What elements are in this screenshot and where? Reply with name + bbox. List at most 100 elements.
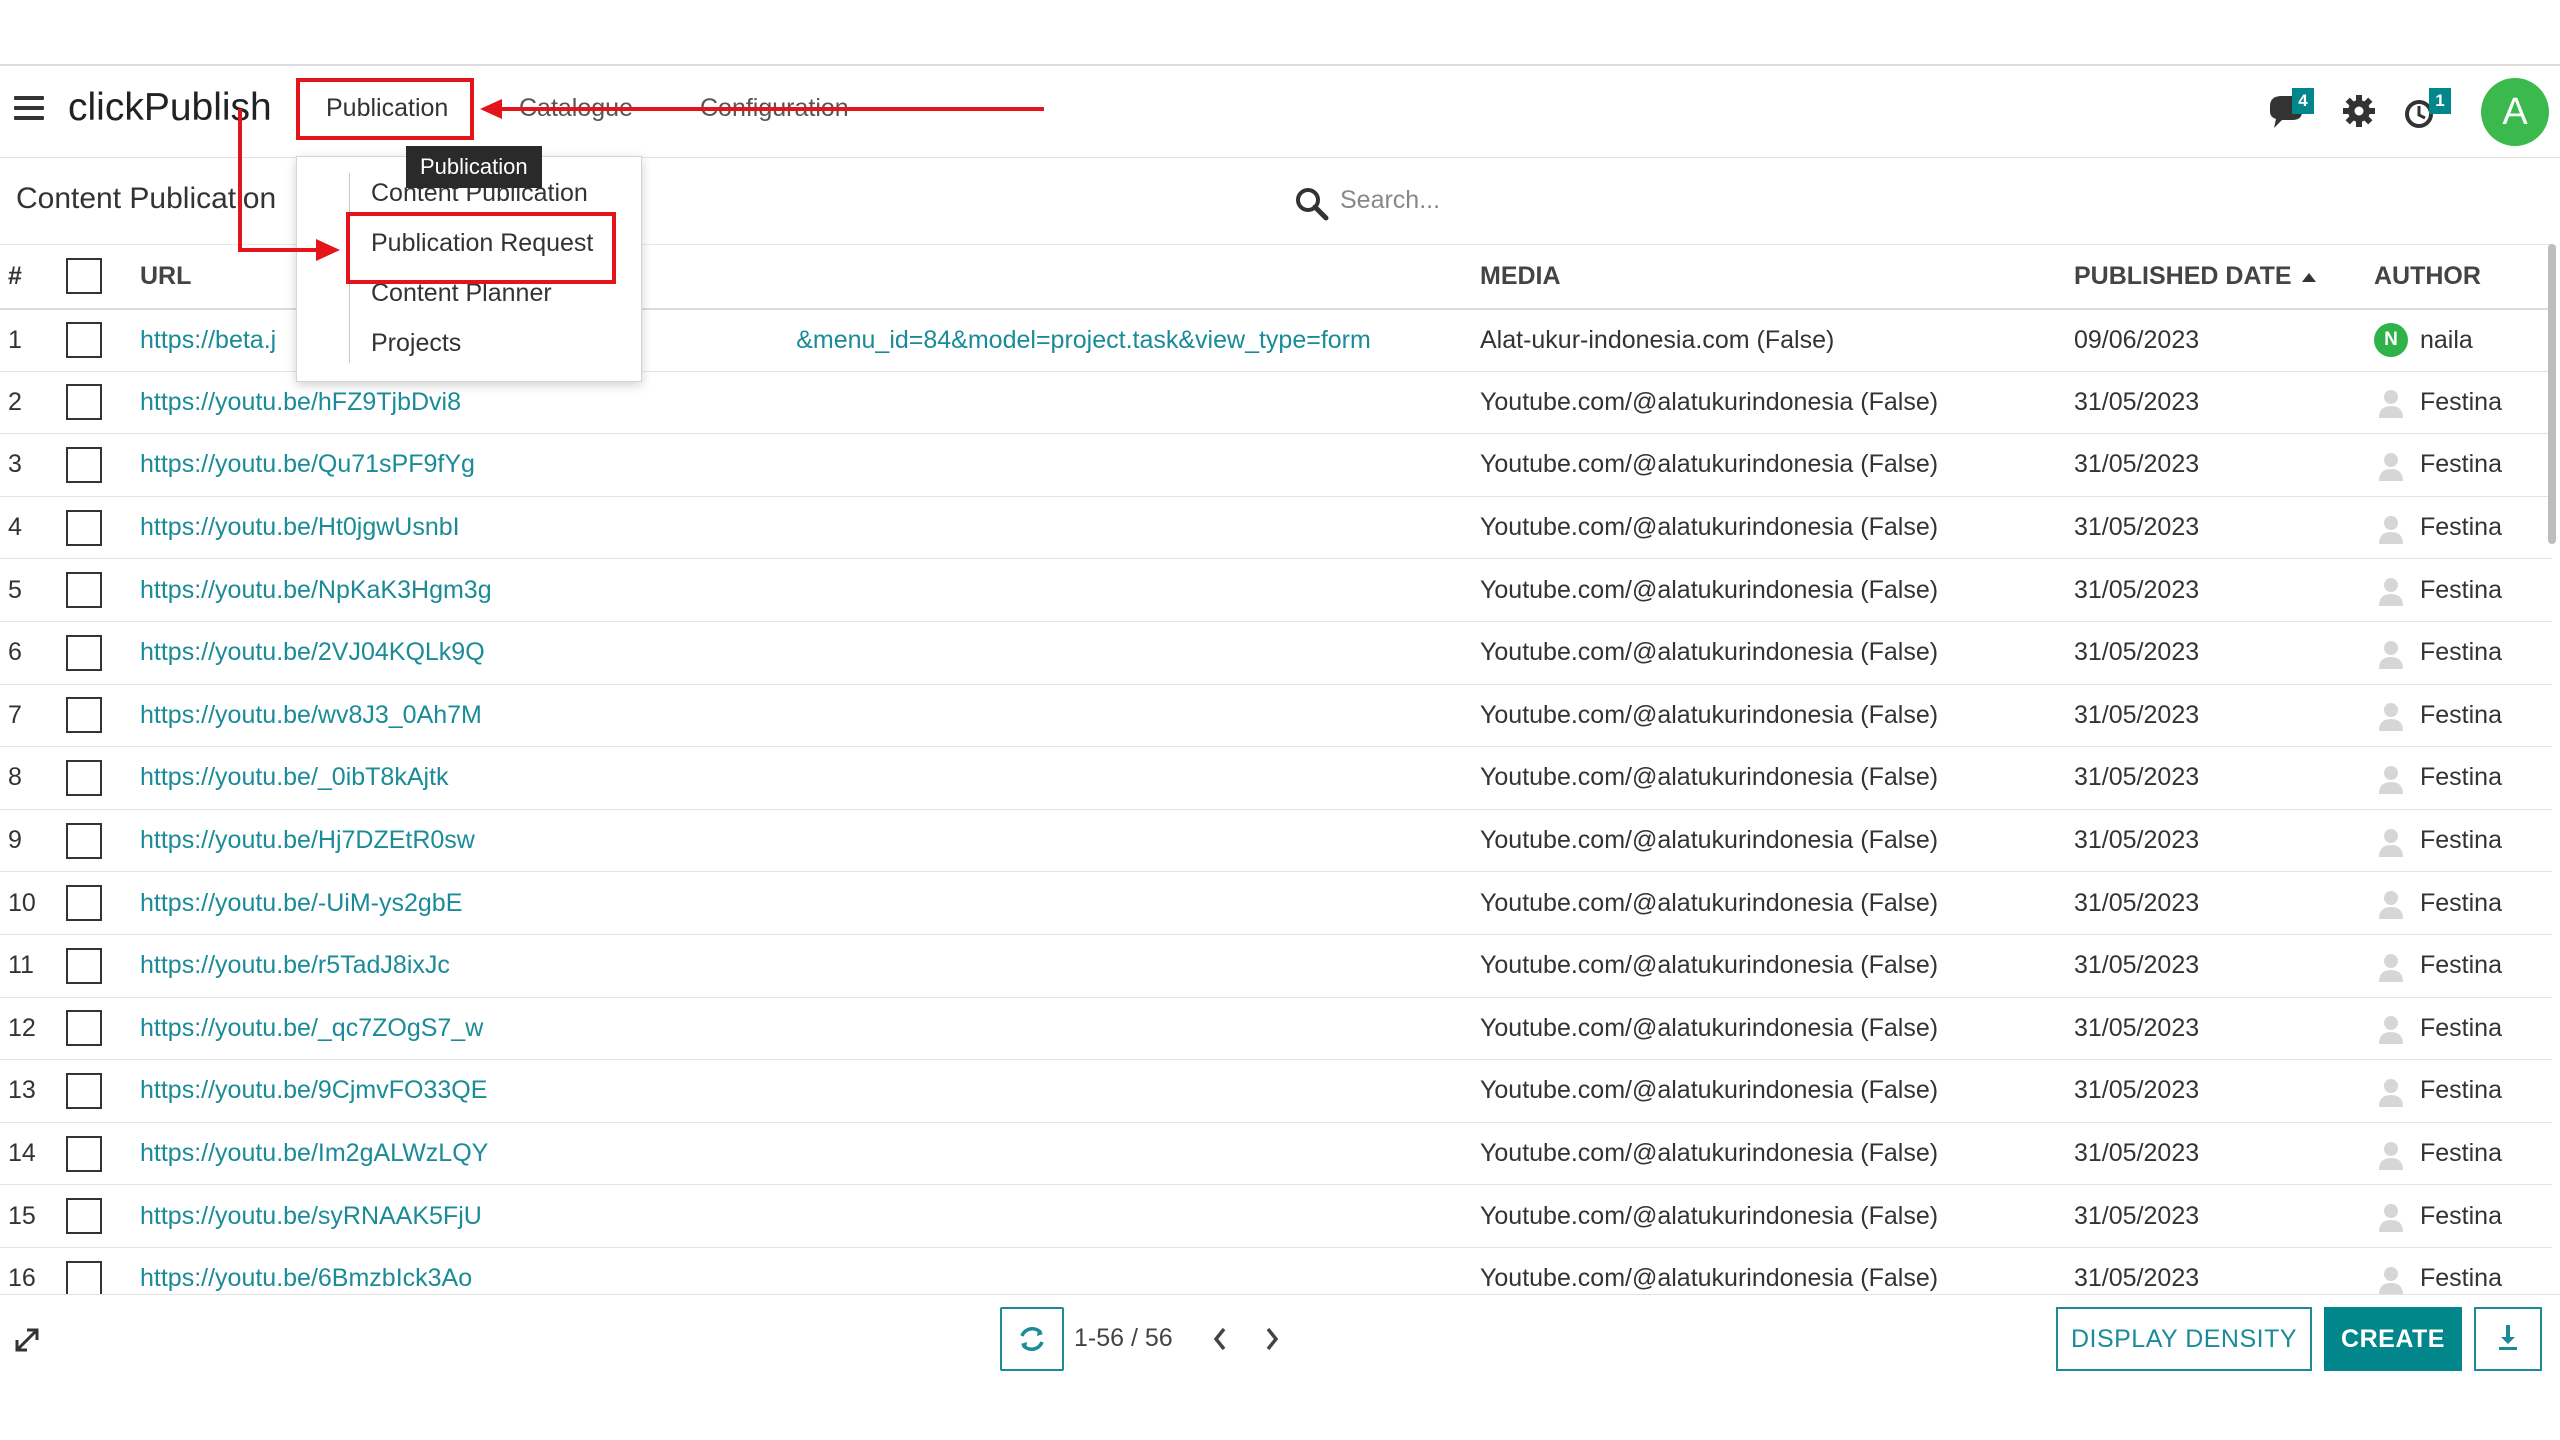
author-name: Festina: [2420, 826, 2502, 855]
row-number: 1: [0, 308, 52, 372]
url-link[interactable]: https://youtu.be/Ht0jgwUsnbI: [140, 513, 460, 541]
create-button[interactable]: CREATE: [2324, 1307, 2462, 1371]
table-row[interactable]: 12 https://youtu.be/_qc7ZOgS7_w Youtube.…: [0, 997, 2552, 1061]
url-link[interactable]: https://youtu.be/_0ibT8kAjtk: [140, 763, 449, 791]
download-button[interactable]: [2474, 1307, 2542, 1371]
row-checkbox[interactable]: [66, 384, 102, 421]
table-row[interactable]: 8 https://youtu.be/_0ibT8kAjtk Youtube.c…: [0, 746, 2552, 810]
row-checkbox[interactable]: [66, 822, 102, 859]
published-date-cell: 31/05/2023: [2074, 1184, 2374, 1248]
author-name: Festina: [2420, 1201, 2502, 1230]
person-placeholder-icon: [2374, 1199, 2408, 1233]
row-number: 7: [0, 684, 52, 748]
author-cell: Festina: [2374, 1184, 2552, 1248]
pager-value[interactable]: 1-56 / 56: [1074, 1324, 1173, 1353]
row-checkbox[interactable]: [66, 1260, 102, 1294]
author-cell: Festina: [2374, 1247, 2552, 1294]
table-row[interactable]: 14 https://youtu.be/Im2gALWzLQY Youtube.…: [0, 1122, 2552, 1186]
url-link[interactable]: https://youtu.be/9CjmvFO33QE: [140, 1076, 487, 1104]
url-link[interactable]: https://youtu.be/2VJ04KQLk9Q: [140, 638, 485, 666]
row-checkbox[interactable]: [66, 1010, 102, 1047]
person-placeholder-icon: [2374, 385, 2408, 419]
url-link[interactable]: https://beta.j: [140, 326, 276, 354]
row-select-cell: [52, 871, 136, 935]
row-checkbox[interactable]: [66, 446, 102, 483]
url-link[interactable]: https://youtu.be/NpKaK3Hgm3g: [140, 576, 492, 604]
url-cell: https://youtu.be/6BmzbIck3Ao: [136, 1247, 1480, 1294]
table-row[interactable]: 10 https://youtu.be/-UiM-ys2gbE Youtube.…: [0, 871, 2552, 935]
row-number: 14: [0, 1122, 52, 1186]
annotation-arrows: [238, 99, 1044, 261]
url-link[interactable]: https://youtu.be/Qu71sPF9fYg: [140, 450, 475, 478]
author-name: Festina: [2420, 888, 2502, 917]
expand-icon[interactable]: [12, 1325, 42, 1355]
person-placeholder-icon: [2374, 448, 2408, 482]
table-row[interactable]: 6 https://youtu.be/2VJ04KQLk9Q Youtube.c…: [0, 621, 2552, 685]
table-row[interactable]: 4 https://youtu.be/Ht0jgwUsnbI Youtube.c…: [0, 496, 2552, 560]
author-cell: Festina: [2374, 621, 2552, 685]
author-name: Festina: [2420, 1013, 2502, 1042]
chevron-right-icon[interactable]: [1258, 1319, 1286, 1359]
author-cell: Festina: [2374, 433, 2552, 497]
author-name: Festina: [2420, 450, 2502, 479]
media-cell: Youtube.com/@alatukurindonesia (False): [1480, 433, 2074, 497]
media-cell: Youtube.com/@alatukurindonesia (False): [1480, 1247, 2074, 1294]
row-select-cell: [52, 934, 136, 998]
url-cell: https://youtu.be/2VJ04KQLk9Q: [136, 621, 1480, 685]
refresh-button[interactable]: [1000, 1307, 1064, 1371]
row-checkbox[interactable]: [66, 634, 102, 671]
author-cell: Festina: [2374, 684, 2552, 748]
row-number: 10: [0, 871, 52, 935]
row-checkbox[interactable]: [66, 885, 102, 922]
row-checkbox[interactable]: [66, 947, 102, 984]
media-cell: Youtube.com/@alatukurindonesia (False): [1480, 934, 2074, 998]
url-link[interactable]: https://youtu.be/_qc7ZOgS7_w: [140, 1014, 483, 1042]
row-select-cell: [52, 997, 136, 1061]
table-row[interactable]: 11 https://youtu.be/r5TadJ8ixJc Youtube.…: [0, 934, 2552, 998]
row-checkbox[interactable]: [66, 322, 102, 359]
row-checkbox[interactable]: [66, 1072, 102, 1109]
person-placeholder-icon: [2374, 1137, 2408, 1171]
row-checkbox[interactable]: [66, 697, 102, 734]
author-cell: Festina: [2374, 496, 2552, 560]
row-checkbox[interactable]: [66, 509, 102, 546]
url-link[interactable]: https://youtu.be/hFZ9TjbDvi8: [140, 388, 461, 416]
published-date-cell: 31/05/2023: [2074, 1059, 2374, 1123]
row-checkbox[interactable]: [66, 759, 102, 796]
table-row[interactable]: 13 https://youtu.be/9CjmvFO33QE Youtube.…: [0, 1059, 2552, 1123]
url-cell: https://youtu.be/wv8J3_0Ah7M: [136, 684, 1480, 748]
author-cell: Festina: [2374, 558, 2552, 622]
menu-item-projects[interactable]: Projects: [371, 329, 461, 358]
url-link[interactable]: https://youtu.be/-UiM-ys2gbE: [140, 889, 462, 917]
row-checkbox[interactable]: [66, 1135, 102, 1172]
row-checkbox[interactable]: [66, 572, 102, 609]
published-date-cell: 31/05/2023: [2074, 433, 2374, 497]
person-placeholder-icon: [2374, 949, 2408, 983]
author-cell: Festina: [2374, 809, 2552, 873]
media-cell: Youtube.com/@alatukurindonesia (False): [1480, 871, 2074, 935]
url-link[interactable]: https://youtu.be/Hj7DZEtR0sw: [140, 826, 475, 854]
url-link[interactable]: https://youtu.be/syRNAAK5FjU: [140, 1202, 482, 1230]
row-select-cell: [52, 809, 136, 873]
table-row[interactable]: 16 https://youtu.be/6BmzbIck3Ao Youtube.…: [0, 1247, 2552, 1294]
url-link[interactable]: https://youtu.be/r5TadJ8ixJc: [140, 951, 450, 979]
person-placeholder-icon: [2374, 1262, 2408, 1294]
url-link-tail[interactable]: &menu_id=84&model=project.task&view_type…: [796, 326, 1371, 354]
url-link[interactable]: https://youtu.be/wv8J3_0Ah7M: [140, 701, 482, 729]
chevron-left-icon[interactable]: [1206, 1319, 1234, 1359]
table-row[interactable]: 3 https://youtu.be/Qu71sPF9fYg Youtube.c…: [0, 433, 2552, 497]
published-date-cell: 31/05/2023: [2074, 934, 2374, 998]
row-number: 8: [0, 746, 52, 810]
row-number: 3: [0, 433, 52, 497]
table-row[interactable]: 7 https://youtu.be/wv8J3_0Ah7M Youtube.c…: [0, 684, 2552, 748]
table-row[interactable]: 9 https://youtu.be/Hj7DZEtR0sw Youtube.c…: [0, 809, 2552, 873]
url-link[interactable]: https://youtu.be/6BmzbIck3Ao: [140, 1264, 472, 1292]
table-row[interactable]: 15 https://youtu.be/syRNAAK5FjU Youtube.…: [0, 1184, 2552, 1248]
row-checkbox[interactable]: [66, 1198, 102, 1235]
url-cell: https://youtu.be/r5TadJ8ixJc: [136, 934, 1480, 998]
published-date-cell: 31/05/2023: [2074, 558, 2374, 622]
display-density-button[interactable]: DISPLAY DENSITY: [2056, 1307, 2312, 1371]
row-number: 12: [0, 997, 52, 1061]
url-link[interactable]: https://youtu.be/Im2gALWzLQY: [140, 1139, 488, 1167]
table-row[interactable]: 5 https://youtu.be/NpKaK3Hgm3g Youtube.c…: [0, 558, 2552, 622]
